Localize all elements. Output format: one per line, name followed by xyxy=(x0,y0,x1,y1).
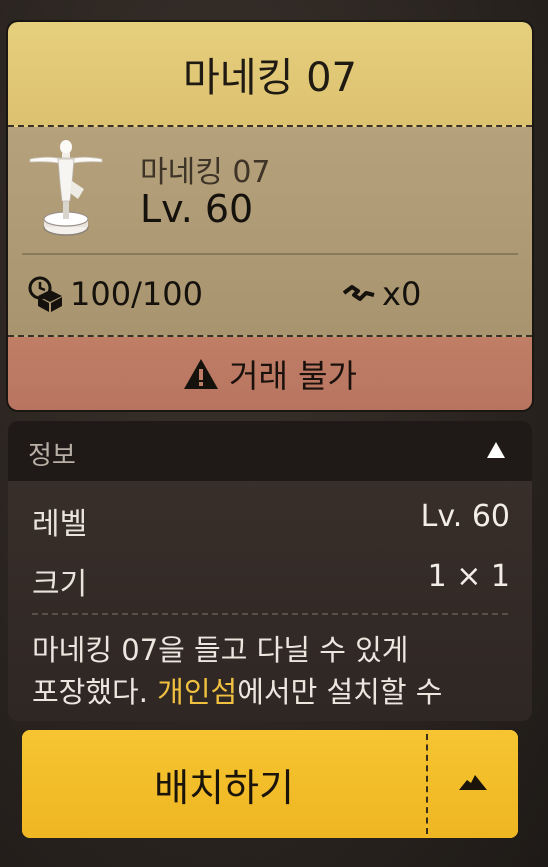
handshake-icon xyxy=(342,285,375,301)
triangle-up-icon[interactable] xyxy=(486,441,506,459)
description-text: 포장했다. xyxy=(32,675,158,709)
description-line-1: 마네킹 07을 들고 다닐 수 있게 xyxy=(32,633,409,667)
description-text: 에서만 설치할 수 xyxy=(237,675,443,709)
item-card: 마네킹 07 마네킹 07 Lv. 60 100/100 x0 거래 불가 xyxy=(8,22,532,410)
count-stat: x0 xyxy=(342,275,421,313)
info-divider xyxy=(32,613,508,615)
mannequin-icon xyxy=(26,139,106,239)
warning-icon xyxy=(184,358,219,389)
level-label: 레벨 xyxy=(32,507,88,542)
info-panel: 정보 레벨 Lv. 60 크기 1 × 1 마네킹 07을 들고 다닐 수 있게… xyxy=(8,421,532,721)
item-level: Lv. 60 xyxy=(140,187,254,231)
item-description: 마네킹 07을 들고 다닐 수 있게 포장했다. 개인섬에서만 설치할 수 xyxy=(32,629,518,713)
count-value: x0 xyxy=(382,275,422,313)
mound-icon xyxy=(459,775,487,790)
place-button[interactable]: 배치하기 xyxy=(22,730,426,838)
item-name: 마네킹 07 xyxy=(140,155,271,190)
durability-value: 100/100 xyxy=(70,275,203,313)
divider xyxy=(22,253,518,255)
durability-box-icon xyxy=(28,276,62,312)
item-title: 마네킹 07 xyxy=(8,22,532,127)
trade-status-label: 거래 불가 xyxy=(229,356,357,395)
item-summary: 마네킹 07 Lv. 60 100/100 x0 xyxy=(8,127,532,337)
more-options-button[interactable] xyxy=(428,730,518,838)
size-label: 크기 xyxy=(32,567,88,602)
item-detail-screen: 마네킹 07 마네킹 07 Lv. 60 100/100 x0 거래 불가 정보… xyxy=(0,0,548,867)
durability-stat: 100/100 xyxy=(26,275,203,313)
action-bar: 배치하기 xyxy=(22,730,518,838)
info-header[interactable]: 정보 xyxy=(8,421,532,481)
level-value: Lv. 60 xyxy=(420,499,510,534)
size-value: 1 × 1 xyxy=(427,559,510,594)
info-header-label: 정보 xyxy=(28,441,76,471)
description-line-2: 포장했다. 개인섬에서만 설치할 수 xyxy=(32,671,518,713)
trade-status-bar: 거래 불가 xyxy=(8,337,532,410)
highlight-keyword: 개인섬 xyxy=(157,675,238,709)
